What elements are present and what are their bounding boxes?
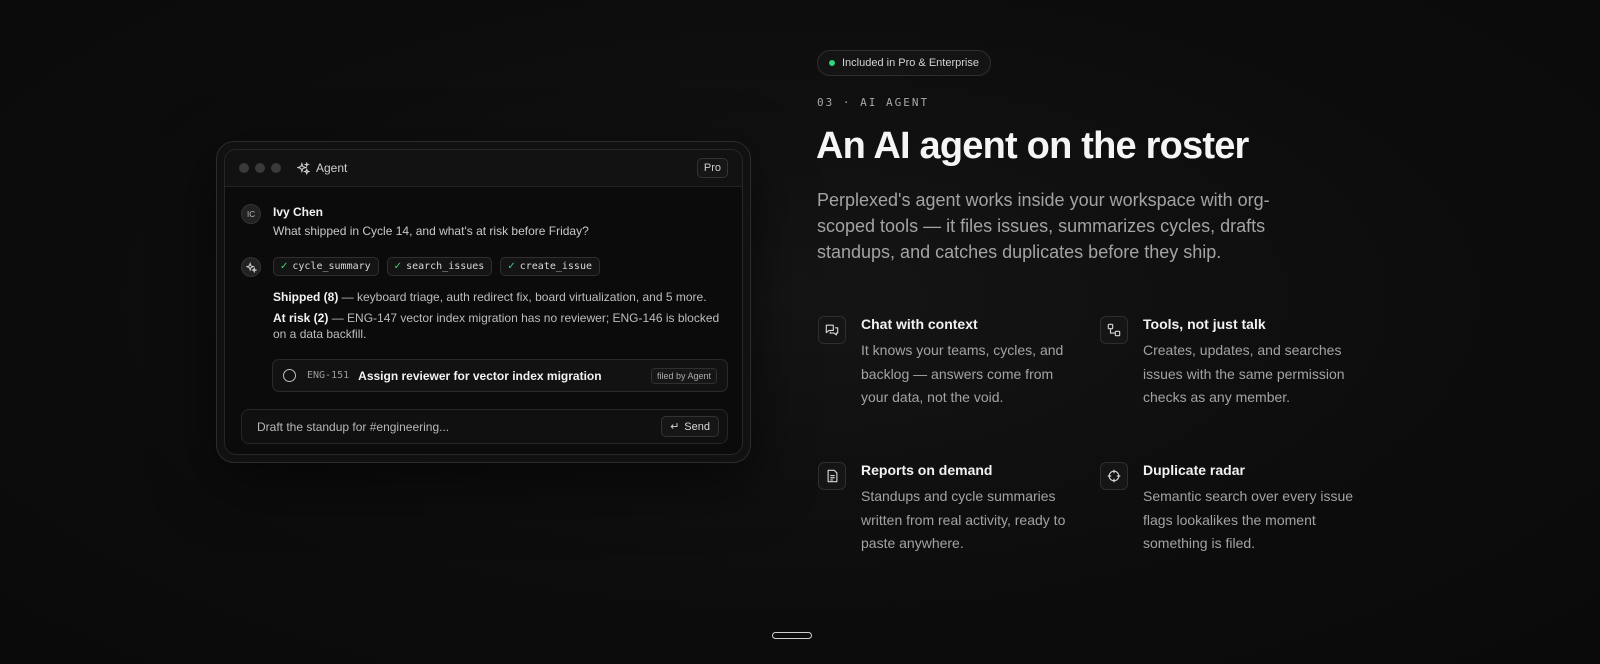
shipped-label: Shipped (8) (273, 290, 339, 304)
user-message-text: What shipped in Cycle 14, and what's at … (273, 224, 589, 238)
send-label: Send (684, 420, 710, 433)
sparkle-icon (245, 261, 257, 273)
agent-message: ✓ cycle_summary ✓ search_issues ✓ create_is… (241, 257, 733, 342)
check-icon: ✓ (393, 261, 403, 272)
composer-input[interactable] (255, 418, 662, 435)
user-name: Ivy Chen (273, 205, 324, 219)
agent-title: Agent (297, 161, 347, 175)
scroll-indicator[interactable] (772, 632, 812, 639)
status-dot-icon (829, 60, 835, 66)
check-icon: ✓ (280, 261, 289, 272)
feature-description: Creates, updates, and searches issues wi… (1143, 342, 1345, 405)
risk-text: — ENG-147 vector index migration has no … (273, 311, 720, 341)
feature-title: Duplicate radar (1143, 462, 1245, 478)
issue-title[interactable]: Assign reviewer for vector index migrati… (358, 369, 651, 383)
plan-pill: Included in Pro & Enterprise (817, 50, 991, 76)
chat-icon (818, 316, 846, 344)
return-icon: ↵ (670, 421, 680, 433)
filed-issue-card[interactable]: ENG-151 Assign reviewer for vector index… (272, 359, 728, 392)
feature-description: It knows your teams, cycles, and backlog… (861, 342, 1064, 405)
feature-title: Reports on demand (861, 462, 993, 478)
section-lede: Perplexed's agent works inside your work… (817, 190, 1270, 262)
filed-by-badge: filed by Agent (650, 367, 717, 384)
tools-icon (1100, 316, 1128, 344)
composer: ↵ Send (241, 409, 728, 444)
feature-title: Tools, not just talk (1143, 316, 1266, 332)
check-icon: ✓ (507, 261, 516, 272)
crosshair-icon (1100, 462, 1128, 490)
at-risk-summary: At risk (2) — ENG-147 vector index migra… (273, 310, 733, 342)
feature-description: Semantic search over every issue flags l… (1143, 488, 1354, 551)
agent-titlebar: Agent Pro (225, 150, 742, 187)
status-circle-icon[interactable] (283, 369, 296, 382)
avatar: IC (241, 204, 261, 224)
window-dot-maximize (271, 163, 281, 173)
issue-id: ENG-151 (307, 370, 350, 381)
agent-window: Agent Pro IC Ivy Chen What shipped in Cy… (224, 149, 743, 455)
risk-label: At risk (2) (273, 311, 329, 325)
plan-pill-label: Included in Pro & Enterprise (842, 57, 979, 69)
tool-call-list: ✓ cycle_summary ✓ search_issues ✓ create_is… (273, 257, 733, 276)
tool-call-chip: ✓ create_issue (500, 257, 600, 276)
window-dot-minimize (255, 163, 265, 173)
agent-title-label: Agent (316, 161, 348, 175)
feature-title: Chat with context (861, 316, 978, 332)
shipped-text: — keyboard triage, auth redirect fix, bo… (338, 290, 707, 304)
sparkle-icon (297, 161, 310, 175)
feature-description: Standups and cycle summaries written fro… (861, 488, 1066, 551)
agent-window-frame: Agent Pro IC Ivy Chen What shipped in Cy… (216, 141, 751, 463)
send-button[interactable]: ↵ Send (661, 416, 719, 437)
section-headline: An AI agent on the roster (816, 125, 1249, 167)
document-icon (818, 462, 846, 490)
tool-call-chip: ✓ search_issues (386, 257, 493, 276)
agent-avatar (241, 257, 261, 277)
shipped-summary: Shipped (8) — keyboard triage, auth redi… (273, 289, 733, 305)
window-dot-close (239, 163, 249, 173)
user-message: IC Ivy Chen What shipped in Cycle 14, an… (241, 204, 589, 238)
section-eyebrow: 03 · AI AGENT (817, 96, 930, 109)
tool-call-chip: ✓ cycle_summary (273, 257, 379, 276)
pro-badge: Pro (696, 158, 728, 178)
